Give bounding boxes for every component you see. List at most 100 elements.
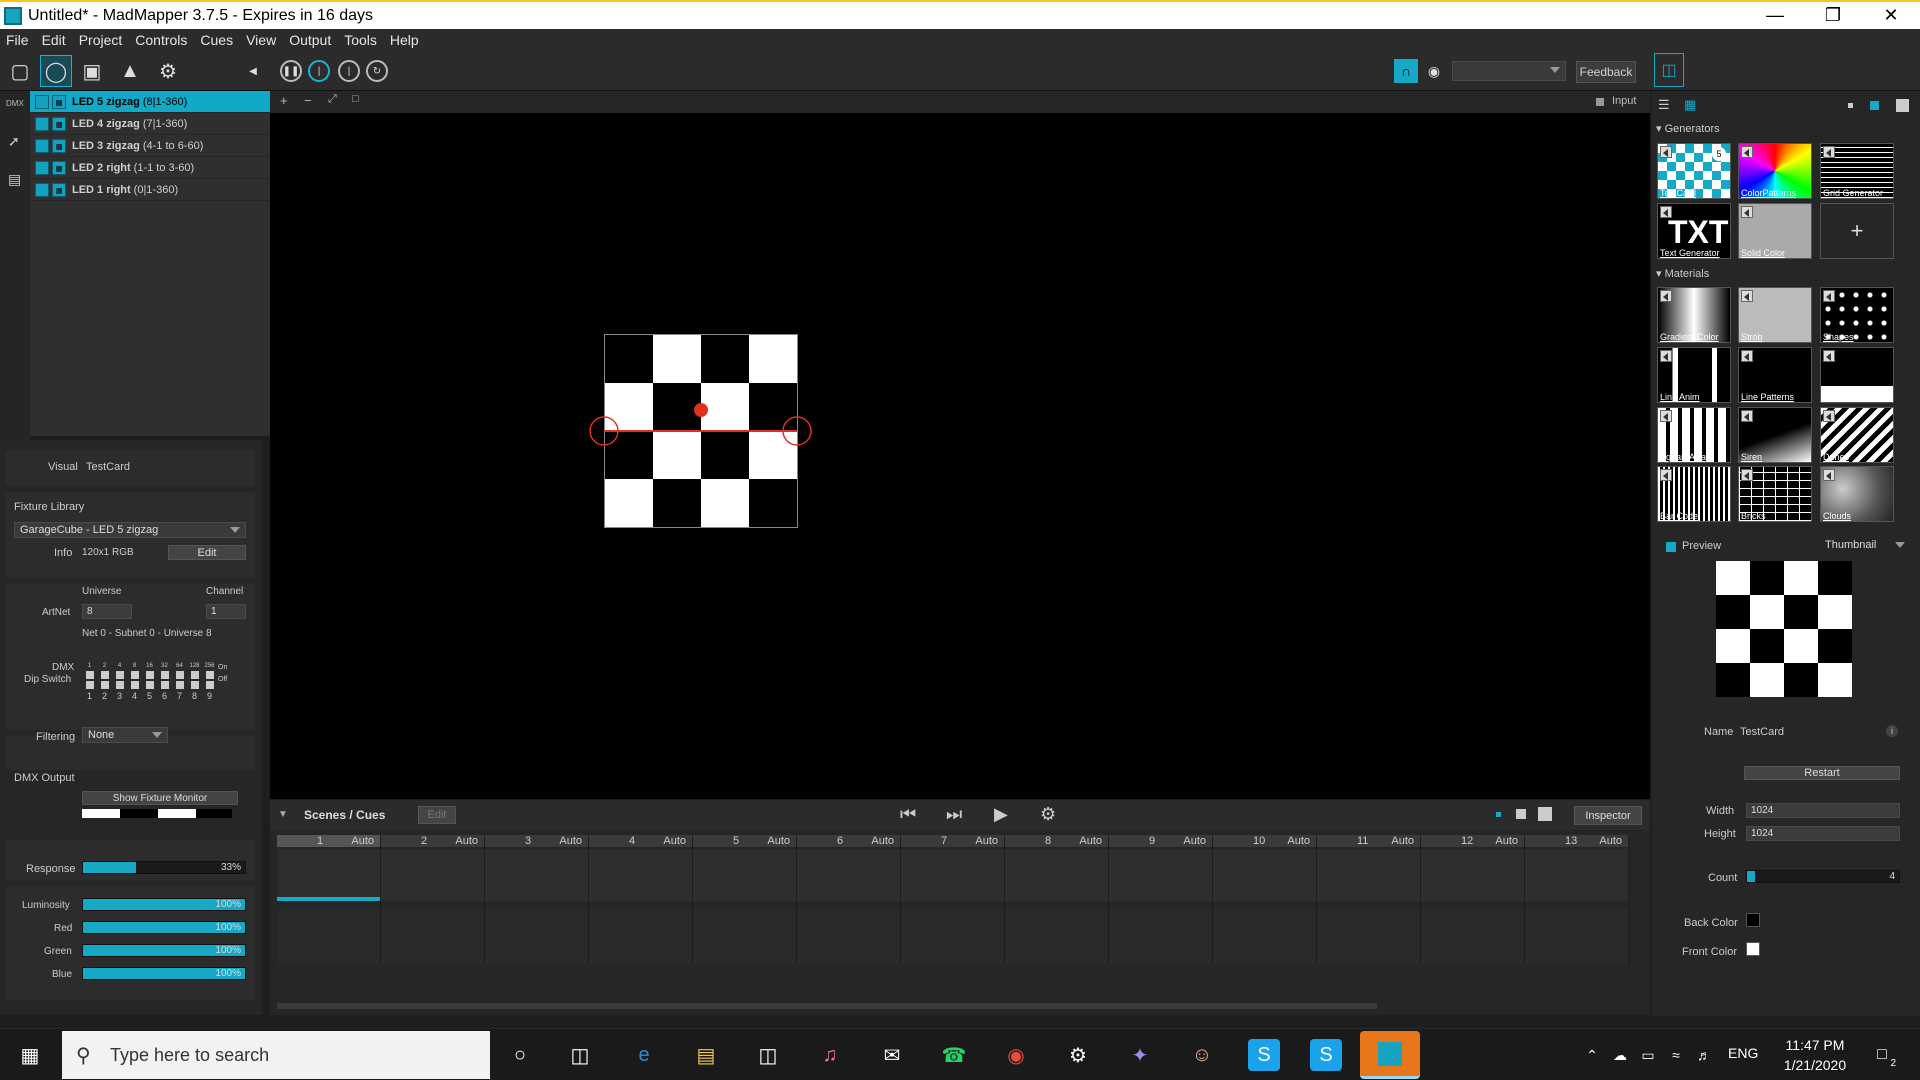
info-icon[interactable]: i [1886, 725, 1898, 737]
response-slider[interactable]: 33% [82, 861, 246, 874]
filtering-select[interactable]: None [82, 727, 168, 743]
document-icon[interactable]: ◫ [1654, 53, 1684, 87]
fixture-row[interactable]: LED 3 zigzag (4-1 to 6-60) [30, 135, 270, 157]
previous-cue-icon[interactable]: ⏮ [900, 804, 916, 825]
clock[interactable]: 11:47 PM 1/21/2020 [1760, 1035, 1870, 1075]
horizontal-scrollbar[interactable] [277, 1003, 1377, 1009]
medium-view-icon[interactable] [1516, 809, 1526, 819]
material-thumb[interactable]: Clouds [1820, 466, 1894, 522]
material-thumb[interactable]: Siren [1738, 407, 1812, 463]
generator-text[interactable]: TXT Text Generator [1657, 203, 1731, 259]
preview-checkbox[interactable] [1666, 542, 1676, 552]
material-thumb[interactable]: LineRepeat [1820, 347, 1894, 403]
task-view-icon[interactable]: ◫ [564, 1039, 596, 1071]
generators-header[interactable]: ▾ Generators [1656, 122, 1720, 135]
cortana-icon[interactable]: ○ [504, 1039, 536, 1071]
dip-switch[interactable]: 256 9 [202, 663, 217, 701]
material-thumb[interactable]: SquareArray [1657, 407, 1731, 463]
settings-icon[interactable]: ⚙ [1062, 1039, 1094, 1071]
red-slider[interactable]: 100% [82, 921, 246, 934]
inspector-button[interactable]: Inspector [1574, 806, 1642, 825]
notifications-icon[interactable]: □ 2 [1866, 1039, 1898, 1071]
play-icon[interactable]: ▶ [994, 804, 1008, 825]
menu-tools[interactable]: Tools [344, 32, 377, 48]
menu-help[interactable]: Help [390, 32, 419, 48]
edge-icon[interactable]: e [628, 1039, 660, 1071]
file-explorer-icon[interactable]: ▤ [690, 1039, 722, 1071]
menu-cues[interactable]: Cues [200, 32, 233, 48]
whatsapp-icon[interactable]: ☎ [938, 1039, 970, 1071]
lock-icon[interactable] [52, 182, 66, 197]
cue-column[interactable]: 4 Auto [589, 835, 693, 965]
menu-controls[interactable]: Controls [135, 32, 187, 48]
dip-switch[interactable]: 128 8 [187, 663, 202, 701]
visibility-checkbox[interactable] [35, 160, 49, 175]
visibility-checkbox[interactable] [35, 182, 49, 197]
dip-switch[interactable]: 64 7 [172, 663, 187, 701]
material-thumb[interactable]: Strob [1738, 287, 1812, 343]
preview-mode-select[interactable]: Thumbnail [1806, 537, 1910, 553]
luminosity-slider[interactable]: 100% [82, 898, 246, 911]
stage-viewport[interactable]: + − ⤢ □ Input [270, 91, 1650, 799]
zoom-out-icon[interactable]: − [304, 93, 312, 108]
cubes-icon[interactable]: ▲ [114, 55, 146, 87]
play-preview-icon[interactable] [1823, 290, 1835, 302]
taskbar-search[interactable]: ⚲ Type here to search [62, 1031, 490, 1079]
bulb-mode-icon[interactable]: ◯ [40, 55, 72, 87]
skype-business-icon[interactable]: S [1310, 1039, 1342, 1071]
dip-switch[interactable]: 43 [112, 663, 127, 701]
menu-project[interactable]: Project [79, 32, 123, 48]
frame-icon[interactable]: □ [352, 93, 359, 105]
channel-input[interactable]: 1 [206, 604, 246, 619]
image-view-icon[interactable]: ▦ [1684, 97, 1696, 113]
menu-view[interactable]: View [246, 32, 276, 48]
cue-column[interactable]: 12 Auto [1421, 835, 1525, 965]
medium-thumb-icon[interactable] [1870, 101, 1879, 110]
play-preview-icon[interactable] [1660, 290, 1672, 302]
cue-column[interactable]: 5 Auto [693, 835, 797, 965]
material-thumb[interactable]: Bricks [1738, 466, 1812, 522]
height-input[interactable]: 1024 [1746, 826, 1900, 841]
scene-settings-icon[interactable]: ⚙ [1040, 804, 1056, 825]
play-preview-icon[interactable] [1741, 410, 1753, 422]
material-thumb[interactable]: Bar Code [1657, 466, 1731, 522]
dip-switch[interactable]: 11 [82, 663, 97, 701]
show-fixture-monitor-button[interactable]: Show Fixture Monitor [82, 791, 238, 805]
surface-mode-icon[interactable]: ▢ [4, 55, 36, 87]
add-generator-button[interactable]: + [1820, 203, 1894, 259]
app-face-icon[interactable]: ☺ [1186, 1039, 1218, 1071]
material-thumb[interactable]: Dunes [1820, 407, 1894, 463]
universe-input[interactable]: 8 [82, 604, 132, 619]
next-cue-icon[interactable]: ⏭ [946, 804, 962, 825]
itunes-icon[interactable]: ♫ [814, 1039, 846, 1071]
cue-column[interactable]: 2 Auto [381, 835, 485, 965]
large-view-icon[interactable] [1538, 807, 1552, 821]
close-icon[interactable]: ✕ [1862, 2, 1920, 29]
cue-column[interactable]: 11 Auto [1317, 835, 1421, 965]
small-view-icon[interactable] [1496, 812, 1501, 817]
step-icon[interactable]: | [338, 60, 360, 82]
generator-colorpatterns[interactable]: ColorPatterns [1738, 143, 1812, 199]
cue-column[interactable]: 8 Auto [1005, 835, 1109, 965]
settings-gear-icon[interactable]: ⚙ [152, 55, 184, 87]
lock-icon[interactable] [52, 116, 66, 131]
front-color-swatch[interactable] [1746, 942, 1760, 956]
menu-edit[interactable]: Edit [42, 32, 66, 48]
play-preview-icon[interactable] [1741, 146, 1753, 158]
generator-solid-color[interactable]: Solid Color [1738, 203, 1812, 259]
add-group-icon[interactable]: ▤ [8, 171, 21, 188]
minimize-icon[interactable]: — [1746, 2, 1804, 29]
cue-column[interactable]: 10 Auto [1213, 835, 1317, 965]
materials-header[interactable]: ▾ Materials [1656, 267, 1709, 280]
collapse-chevron-icon[interactable]: ◀ [246, 55, 260, 87]
volume-icon[interactable]: ♬ [1688, 1039, 1720, 1071]
small-thumb-icon[interactable] [1848, 103, 1853, 108]
fixture-row[interactable]: LED 2 right (1-1 to 3-60) [30, 157, 270, 179]
generator-testcard[interactable]: 5 TestCard [1657, 143, 1731, 199]
menu-file[interactable]: File [6, 32, 29, 48]
collapse-icon[interactable]: ▼ [278, 809, 288, 820]
restore-icon[interactable]: ❐ [1804, 2, 1862, 29]
magnet-icon[interactable]: ∩ [1394, 59, 1418, 83]
material-thumb[interactable]: Shapes [1820, 287, 1894, 343]
dip-switch[interactable]: 16 5 [142, 663, 157, 701]
